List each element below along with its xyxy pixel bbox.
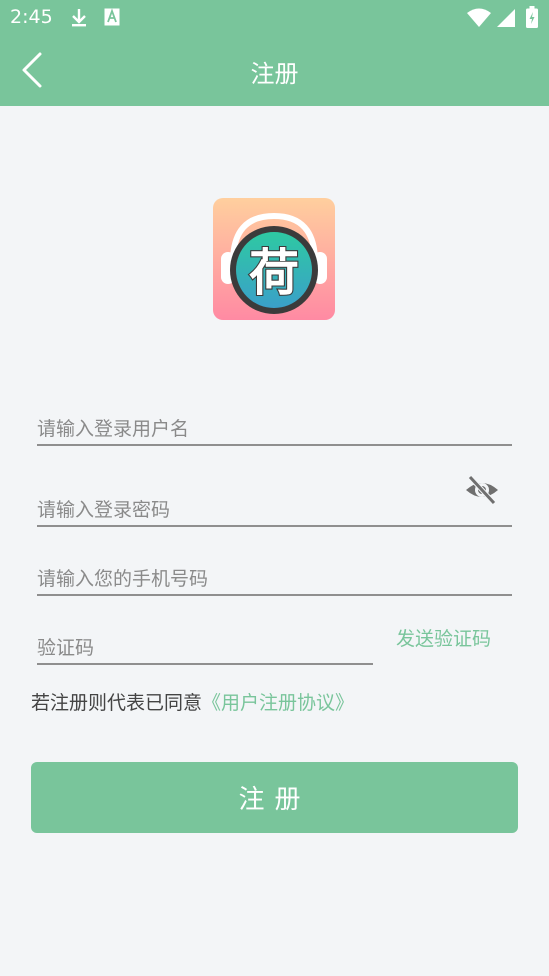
agreement-text: 若注册则代表已同意《用户注册协议》	[31, 688, 354, 715]
status-time: 2:45	[10, 6, 53, 28]
phone-input[interactable]	[37, 568, 512, 590]
app-logo: 荷	[213, 198, 335, 320]
battery-icon	[526, 6, 538, 28]
app-bar: 注册	[0, 36, 549, 106]
register-button[interactable]: 注册	[31, 762, 518, 833]
eye-hidden-icon[interactable]	[464, 472, 500, 508]
page-title: 注册	[250, 60, 299, 88]
app-logo-headphones: 荷	[213, 198, 335, 320]
send-code-button[interactable]: 发送验证码	[396, 624, 491, 651]
password-input[interactable]	[37, 499, 457, 521]
download-icon	[72, 9, 86, 27]
status-bar: 2:45	[0, 0, 549, 36]
wifi-icon	[467, 8, 491, 27]
phone-field	[37, 548, 512, 596]
username-input[interactable]	[37, 418, 512, 440]
signal-icon	[497, 9, 515, 27]
logo-text: 荷	[249, 244, 299, 302]
code-field	[37, 617, 373, 665]
username-field	[37, 398, 512, 446]
code-input[interactable]	[37, 637, 373, 659]
password-field	[37, 475, 512, 527]
agreement-prefix: 若注册则代表已同意	[31, 692, 203, 714]
agreement-link[interactable]: 《用户注册协议》	[202, 692, 354, 714]
a-notification-icon	[104, 8, 120, 26]
